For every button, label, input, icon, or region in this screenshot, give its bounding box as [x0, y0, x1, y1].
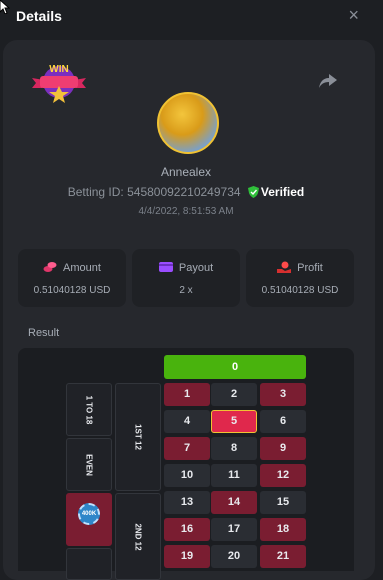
number-cell-11[interactable]: 11	[211, 464, 257, 487]
result-label: Result	[28, 327, 60, 339]
number-cell-2[interactable]: 2	[211, 383, 257, 406]
number-cell-8[interactable]: 8	[211, 437, 257, 460]
username: Annealex	[160, 165, 212, 179]
bet-1st-12-label: 1ST 12	[133, 424, 143, 450]
bet-1-to-18-label: 1 TO 18	[84, 395, 94, 424]
number-cell-18[interactable]: 18	[260, 518, 306, 541]
hand-money-icon	[277, 261, 292, 273]
payout-value: 2 x	[179, 285, 193, 296]
betting-id-value: 545800922102497​34	[127, 185, 241, 199]
number-cell-13[interactable]: 13	[164, 491, 210, 514]
number-cell-21[interactable]: 21	[260, 545, 306, 568]
number-cell-10[interactable]: 10	[164, 464, 210, 487]
bet-date: 4/4/2022, 8:51:53 AM	[138, 206, 234, 217]
number-cell-15[interactable]: 15	[260, 491, 306, 514]
chip-icon: 400K	[78, 503, 100, 525]
bet-2nd-12[interactable]: 2ND 12	[115, 493, 161, 580]
shield-check-icon	[247, 186, 259, 198]
number-cell-16[interactable]: 16	[164, 518, 210, 541]
number-cell-17[interactable]: 17	[211, 518, 257, 541]
number-cell-3[interactable]: 3	[260, 383, 306, 406]
details-header: Details ×	[0, 0, 383, 34]
amount-label: Amount	[63, 262, 101, 274]
payout-label: Payout	[178, 262, 214, 274]
coins-icon	[43, 262, 57, 272]
payout-stat: Payout 2 x	[132, 249, 240, 307]
chip-value: 400K	[81, 511, 97, 517]
bet-1st-12[interactable]: 1ST 12	[115, 383, 161, 491]
verified-label: Verified	[260, 185, 305, 199]
number-cell-5[interactable]: 5	[211, 410, 257, 433]
bet-2nd-12-label: 2ND 12	[133, 522, 143, 551]
number-cell-6[interactable]: 6	[260, 410, 306, 433]
profit-value: 0.51040128 USD	[261, 285, 339, 296]
profit-stat: Profit 0.51040128 USD	[246, 249, 354, 307]
profit-label: Profit	[297, 262, 323, 274]
number-cell-19[interactable]: 19	[164, 545, 210, 568]
number-cell-20[interactable]: 20	[211, 545, 257, 568]
close-icon[interactable]: ×	[348, 6, 359, 24]
bet-red-with-chip[interactable]: 400K	[66, 493, 112, 546]
bet-1-to-18[interactable]: 1 TO 18	[66, 383, 112, 436]
betting-id-label: Betting ID:	[67, 185, 124, 199]
number-cell-4[interactable]: 4	[164, 410, 210, 433]
number-cell-7[interactable]: 7	[164, 437, 210, 460]
number-cell-12[interactable]: 12	[260, 464, 306, 487]
bet-even[interactable]: EVEN	[66, 438, 112, 491]
bet-odd[interactable]	[66, 548, 112, 580]
betting-id-line: Betting ID: 545800922102497​34 Verified	[0, 185, 372, 199]
win-badge-text: WIN	[49, 64, 68, 75]
avatar	[157, 92, 219, 154]
number-cell-14[interactable]: 14	[211, 491, 257, 514]
win-badge: WIN	[32, 64, 86, 103]
page-title: Details	[16, 8, 62, 24]
number-cell-9[interactable]: 9	[260, 437, 306, 460]
number-cell-1[interactable]: 1	[164, 383, 210, 406]
bet-even-label: EVEN	[84, 453, 94, 476]
amount-stat: Amount 0.51040128 USD	[18, 249, 126, 307]
number-cell-0[interactable]: 0	[164, 355, 306, 379]
share-icon[interactable]	[318, 72, 338, 90]
amount-value: 0.51040128 USD	[33, 285, 111, 296]
wallet-icon	[158, 262, 173, 272]
